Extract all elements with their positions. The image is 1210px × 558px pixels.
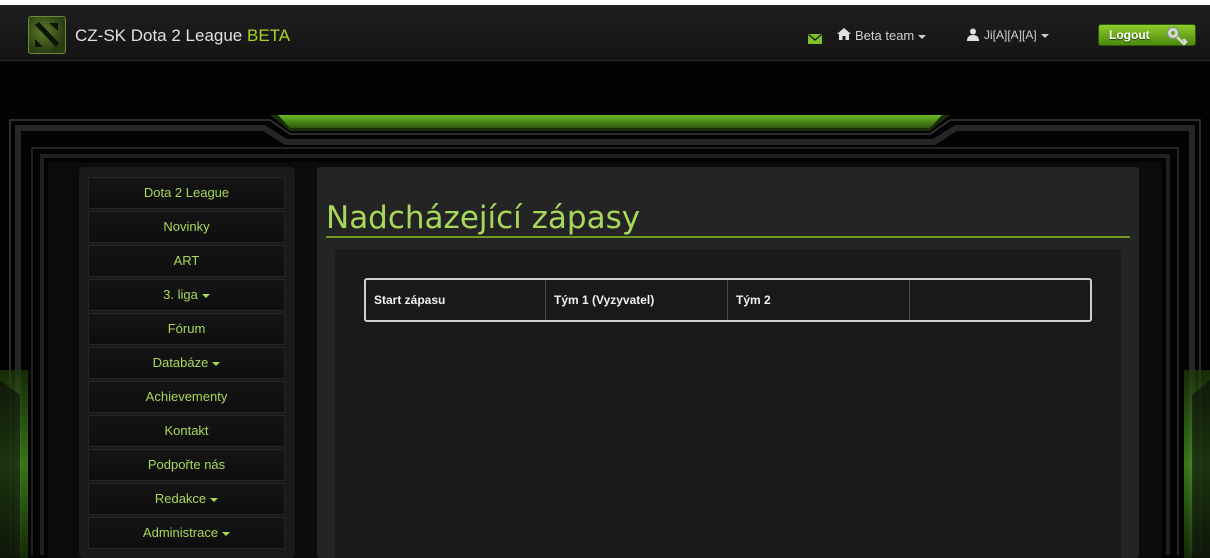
table-header-team1: Tým 1 (Vyzyvatel) bbox=[546, 280, 728, 320]
navbar-top-border bbox=[0, 0, 1210, 5]
brand-beta-tag: BETA bbox=[247, 26, 291, 45]
dota-logo-icon[interactable] bbox=[28, 16, 66, 54]
caret-down-icon bbox=[210, 497, 219, 502]
caret-down-icon bbox=[222, 531, 231, 536]
sidebar-item-3-liga[interactable]: 3. liga bbox=[88, 279, 285, 311]
sidebar-item-achievementy[interactable]: Achievementy bbox=[88, 381, 285, 413]
sidebar-item-forum[interactable]: Fórum bbox=[88, 313, 285, 345]
mail-icon[interactable] bbox=[808, 31, 822, 49]
sidebar-item-kontakt[interactable]: Kontakt bbox=[88, 415, 285, 447]
sidebar-item-podporte-nas[interactable]: Podpořte nás bbox=[88, 449, 285, 481]
sidebar-item-label: Achievementy bbox=[145, 389, 228, 404]
logout-label: Logout bbox=[1109, 28, 1150, 42]
sidebar-item-label: Novinky bbox=[163, 219, 210, 234]
top-navbar: CZ-SK Dota 2 League BETA Beta team Ji[A]… bbox=[0, 0, 1210, 61]
sidebar-item-label: Dota 2 League bbox=[143, 185, 230, 200]
key-icon bbox=[1165, 25, 1189, 52]
table-header-empty bbox=[910, 280, 1090, 320]
caret-down-icon bbox=[201, 293, 210, 298]
user-dropdown-label: Ji[A][A][A] bbox=[984, 28, 1037, 42]
team-dropdown-label: Beta team bbox=[855, 28, 915, 43]
sidebar-item-administrace[interactable]: Administrace bbox=[88, 517, 285, 549]
sidebar-item-label: ART bbox=[173, 253, 200, 268]
sidebar-item-label: Fórum bbox=[167, 321, 206, 336]
sidebar-item-label: Administrace bbox=[142, 525, 219, 540]
sidebar-item-novinky[interactable]: Novinky bbox=[88, 211, 285, 243]
caret-down-icon bbox=[212, 361, 221, 366]
sidebar-item-label: 3. liga bbox=[163, 287, 198, 302]
content-box: Start zápasu Tým 1 (Vyzyvatel) Tým 2 bbox=[335, 249, 1121, 558]
user-icon bbox=[967, 28, 979, 46]
brand-link[interactable]: CZ-SK Dota 2 League BETA bbox=[75, 26, 290, 46]
table-header-team2: Tým 2 bbox=[728, 280, 910, 320]
sidebar-item-redakce[interactable]: Redakce bbox=[88, 483, 285, 515]
sidebar-item-art[interactable]: ART bbox=[88, 245, 285, 277]
page-title: Nadcházející zápasy bbox=[326, 200, 641, 236]
caret-down-icon bbox=[1040, 33, 1049, 38]
user-dropdown[interactable]: Ji[A][A][A] bbox=[984, 28, 1049, 42]
sidebar-item-databaze[interactable]: Databáze bbox=[88, 347, 285, 379]
caret-down-icon bbox=[918, 34, 927, 39]
sidebar-item-label: Redakce bbox=[154, 491, 207, 506]
sidebar-nav: Dota 2 League Novinky ART 3. liga Fórum … bbox=[79, 167, 295, 558]
sidebar-item-dota-2-league[interactable]: Dota 2 League bbox=[88, 177, 285, 209]
brand-name: CZ-SK Dota 2 League bbox=[75, 26, 243, 45]
sidebar-item-label: Kontakt bbox=[164, 423, 209, 438]
table-header-start: Start zápasu bbox=[366, 280, 546, 320]
sidebar-item-label: Databáze bbox=[152, 355, 209, 370]
sidebar-item-label: Podpořte nás bbox=[147, 457, 226, 472]
matches-table: Start zápasu Tým 1 (Vyzyvatel) Tým 2 bbox=[364, 278, 1092, 322]
title-divider bbox=[326, 236, 1130, 238]
main-panel: Nadcházející zápasy Start zápasu Tým 1 (… bbox=[317, 167, 1139, 558]
logout-button[interactable]: Logout bbox=[1098, 24, 1196, 46]
team-dropdown[interactable]: Beta team bbox=[855, 28, 927, 43]
home-icon bbox=[836, 27, 852, 46]
